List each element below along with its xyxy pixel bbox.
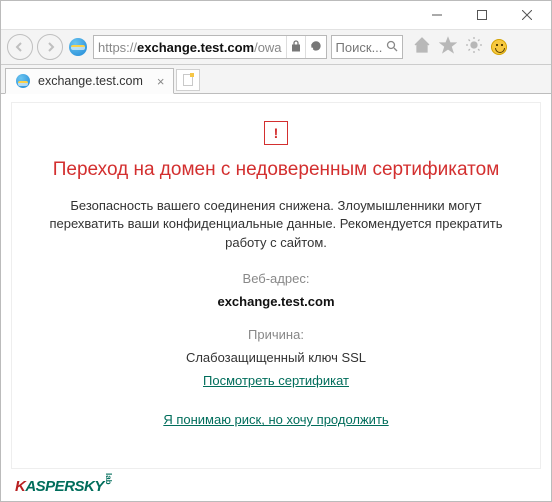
url-scheme: https:// <box>98 40 137 55</box>
feedback-smiley-icon[interactable] <box>491 39 507 55</box>
new-tab-button[interactable] <box>176 69 200 91</box>
tab-strip: exchange.test.com × <box>1 65 551 93</box>
browser-toolbar: https:// exchange.test.com /owa Поиск... <box>1 29 551 65</box>
brand-k: K <box>15 478 25 495</box>
address-bar[interactable]: https:// exchange.test.com /owa <box>93 35 327 59</box>
proceed-anyway-link[interactable]: Я понимаю риск, но хочу продолжить <box>163 412 388 427</box>
refresh-icon[interactable] <box>310 40 322 55</box>
alert-glyph: ! <box>274 125 279 141</box>
warning-body: Безопасность вашего соединения снижена. … <box>34 197 518 254</box>
url-path: /owa <box>254 40 281 55</box>
tab-close-icon[interactable]: × <box>157 74 165 89</box>
search-box[interactable]: Поиск... <box>331 35 403 59</box>
favorites-icon[interactable] <box>439 36 457 59</box>
home-icon[interactable] <box>413 36 431 59</box>
warning-title: Переход на домен с недоверенным сертифик… <box>53 157 500 183</box>
search-placeholder: Поиск... <box>336 40 383 55</box>
lock-icon <box>291 40 301 55</box>
alert-icon: ! <box>264 121 288 145</box>
minimize-button[interactable] <box>414 1 459 29</box>
back-button[interactable] <box>7 34 33 60</box>
brand-sup: lab <box>104 473 113 485</box>
view-certificate-link[interactable]: Посмотреть сертификат <box>203 373 349 388</box>
certificate-warning-panel: ! Переход на домен с недоверенным сертиф… <box>11 102 541 469</box>
reason-label: Причина: <box>248 327 304 342</box>
search-icon[interactable] <box>386 40 398 55</box>
url-host: exchange.test.com <box>137 40 254 55</box>
kaspersky-branding: KASPERSKYlab <box>11 469 541 496</box>
browser-tab[interactable]: exchange.test.com × <box>5 68 174 94</box>
tab-title: exchange.test.com <box>38 74 143 88</box>
settings-gear-icon[interactable] <box>465 36 483 59</box>
forward-button[interactable] <box>37 34 63 60</box>
ie-logo-icon <box>69 38 87 56</box>
toolbar-right-icons <box>413 36 507 59</box>
brand-rest: ASPERSKY <box>25 478 104 495</box>
close-button[interactable] <box>504 1 549 29</box>
tab-favicon-icon <box>16 74 30 88</box>
page-content: ! Переход на домен с недоверенным сертиф… <box>1 93 551 502</box>
web-address-label: Веб-адрес: <box>243 271 310 286</box>
web-address-value: exchange.test.com <box>217 294 334 309</box>
reason-value: Слабозащищенный ключ SSL <box>186 350 366 365</box>
maximize-button[interactable] <box>459 1 504 29</box>
window-titlebar <box>1 1 551 29</box>
